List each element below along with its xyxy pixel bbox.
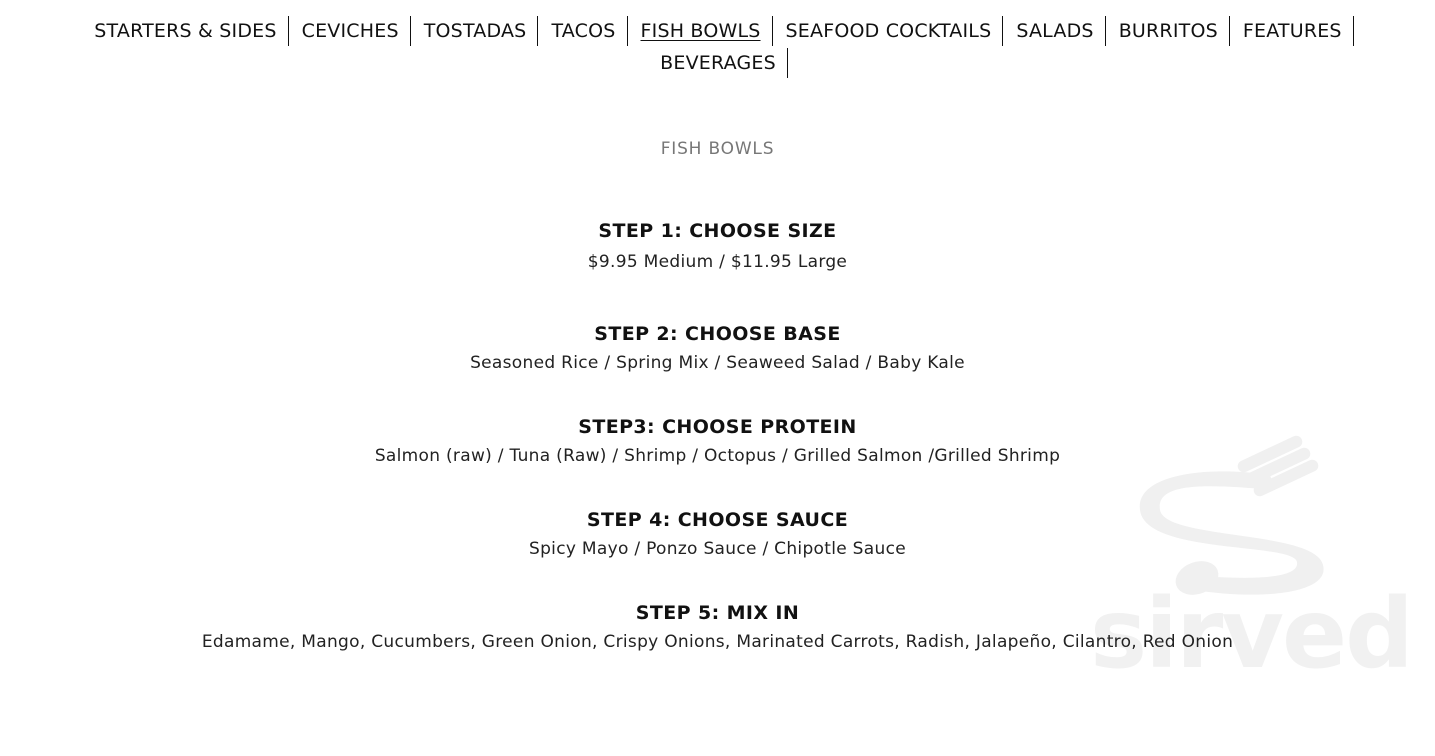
step-base: STEP 2: CHOOSE BASE Seasoned Rice / Spri… — [0, 323, 1435, 373]
step-title: STEP 2: CHOOSE BASE — [594, 323, 841, 345]
step-sauce: STEP 4: CHOOSE SAUCE Spicy Mayo / Ponzo … — [0, 509, 1435, 559]
nav-item-tostadas[interactable]: TOSTADAS — [411, 16, 539, 46]
nav-item-tacos[interactable]: TACOS — [538, 16, 628, 46]
nav-item-ceviches[interactable]: CEVICHES — [289, 16, 411, 46]
step-title: STEP3: CHOOSE PROTEIN — [578, 416, 857, 438]
nav-item-features[interactable]: FEATURES — [1230, 16, 1354, 46]
step-description: $9.95 Medium / $11.95 Large — [587, 252, 848, 272]
step-mix-in: STEP 5: MIX IN Edamame, Mango, Cucumbers… — [0, 602, 1435, 652]
step-title: STEP 1: CHOOSE SIZE — [598, 220, 837, 242]
nav-item-fish-bowls[interactable]: FISH BOWLS — [628, 16, 773, 46]
step-description: Edamame, Mango, Cucumbers, Green Onion, … — [201, 632, 1234, 652]
step-size: STEP 1: CHOOSE SIZE $9.95 Medium / $11.9… — [0, 220, 1435, 272]
nav-item-beverages[interactable]: BEVERAGES — [647, 48, 788, 78]
step-description: Spicy Mayo / Ponzo Sauce / Chipotle Sauc… — [529, 539, 906, 559]
nav-item-starters-sides[interactable]: STARTERS & SIDES — [81, 16, 289, 46]
nav-row-2: BEVERAGES — [0, 48, 1435, 80]
nav-item-burritos[interactable]: BURRITOS — [1106, 16, 1230, 46]
step-title: STEP 4: CHOOSE SAUCE — [586, 509, 849, 531]
nav-item-salads[interactable]: SALADS — [1003, 16, 1106, 46]
nav-item-seafood-cocktails[interactable]: SEAFOOD COCKTAILS — [773, 16, 1004, 46]
step-protein: STEP3: CHOOSE PROTEIN Salmon (raw) / Tun… — [0, 416, 1435, 466]
nav-row-1: STARTERS & SIDES CEVICHES TOSTADAS TACOS… — [0, 16, 1435, 48]
step-title: STEP 5: MIX IN — [635, 602, 800, 624]
section-title: FISH BOWLS — [660, 139, 775, 159]
step-description: Salmon (raw) / Tuna (Raw) / Shrimp / Oct… — [374, 446, 1061, 466]
menu-category-nav: STARTERS & SIDES CEVICHES TOSTADAS TACOS… — [0, 16, 1435, 80]
step-description: Seasoned Rice / Spring Mix / Seaweed Sal… — [470, 353, 965, 373]
